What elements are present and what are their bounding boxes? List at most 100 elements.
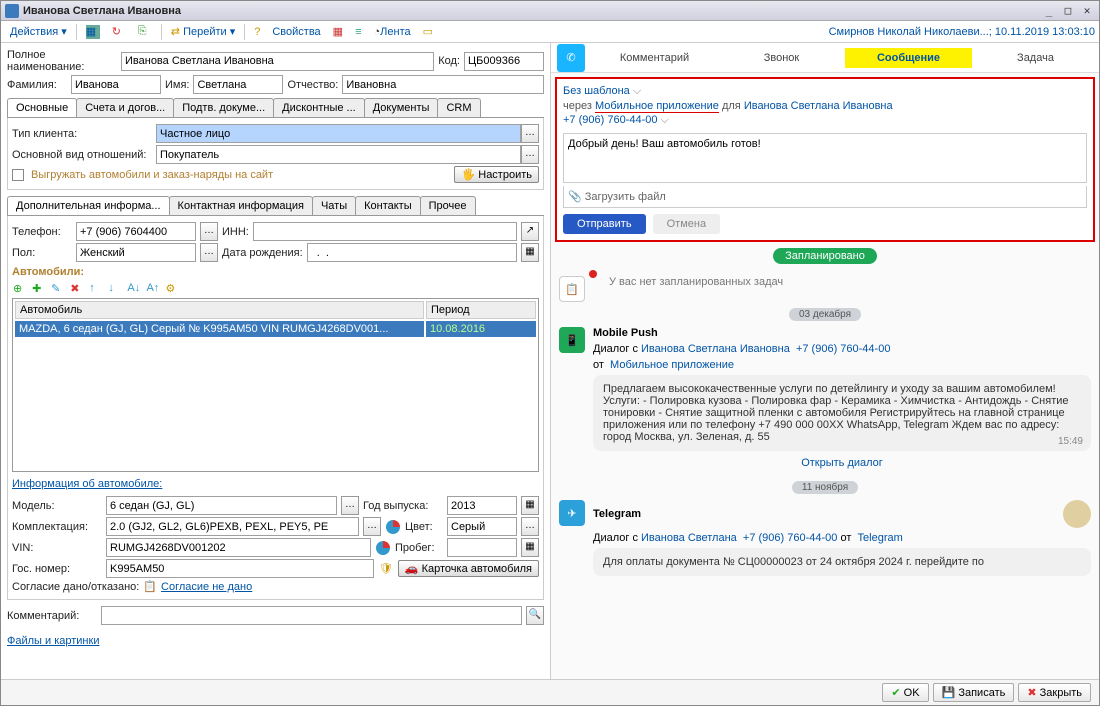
feed-button[interactable]: ◔Лента (369, 24, 416, 40)
toolbar-icon-1[interactable]: ▦ (81, 23, 105, 41)
config-icon[interactable]: ⚙ (166, 282, 180, 296)
maximize-button[interactable]: □ (1060, 4, 1076, 17)
pie-icon[interactable] (386, 520, 400, 534)
attach-button[interactable]: 📎 Загрузить файл (563, 186, 1087, 208)
color-input[interactable] (447, 517, 517, 536)
car-card-button[interactable]: 🚗 Карточка автомобиля (398, 560, 539, 577)
subtab-chats[interactable]: Чаты (312, 196, 356, 215)
open-dialog-link[interactable]: Открыть диалог (593, 457, 1091, 469)
rtab-call[interactable]: Звонок (718, 48, 845, 68)
props-button[interactable]: Свойства (267, 24, 325, 40)
edit-icon[interactable]: ✎ (51, 282, 65, 296)
rel-input[interactable] (156, 145, 521, 164)
model-picker[interactable]: … (341, 496, 359, 515)
pie-icon-2[interactable] (376, 541, 390, 555)
rtab-comment[interactable]: Комментарий (591, 48, 718, 68)
add2-icon[interactable]: ✚ (32, 282, 46, 296)
dob-calendar[interactable]: ▦ (521, 243, 539, 262)
save-button-bottom[interactable]: 💾 Записать (933, 683, 1015, 702)
model-input[interactable] (106, 496, 337, 515)
gender-label: Пол: (12, 247, 72, 259)
car-header-period[interactable]: Период (426, 301, 536, 319)
dob-input[interactable] (307, 243, 517, 262)
tab-crm[interactable]: CRM (437, 98, 480, 117)
tab-documents[interactable]: Документы (364, 98, 439, 117)
down-icon[interactable]: ↓ (108, 282, 122, 296)
consent-link[interactable]: Согласие не дано (161, 581, 252, 593)
template-link[interactable]: Без шаблона ⌵ (563, 85, 641, 97)
export-checkbox[interactable] (12, 169, 24, 181)
comment-search[interactable]: 🔍 (526, 606, 544, 625)
sort-desc-icon[interactable]: A↑ (146, 282, 160, 296)
push-phone-link[interactable]: +7 (906) 760-44-00 (796, 343, 890, 355)
rtab-message[interactable]: Сообщение (845, 48, 972, 68)
tg-app-link[interactable]: Telegram (858, 532, 903, 544)
channel-link[interactable]: Мобильное приложение (595, 100, 719, 113)
tab-main[interactable]: Основные (7, 98, 77, 117)
ok-button[interactable]: ✔ OK (882, 683, 928, 702)
push-app-link[interactable]: Мобильное приложение (610, 359, 734, 371)
compl-picker[interactable]: … (363, 517, 381, 536)
full-name-input[interactable] (121, 52, 434, 71)
close-button[interactable]: ✕ (1079, 4, 1095, 17)
client-type-input[interactable] (156, 124, 521, 143)
send-button[interactable]: Отправить (563, 214, 646, 234)
push-client-link[interactable]: Иванова Светлана Ивановна (641, 343, 790, 355)
sort-asc-icon[interactable]: A↓ (127, 282, 141, 296)
toolbar-icon-4[interactable]: ▦ (328, 23, 348, 40)
tab-docs[interactable]: Подтв. докуме... (173, 98, 274, 117)
patronymic-input[interactable] (342, 75, 544, 94)
tg-client-link[interactable]: Иванова Светлана (641, 532, 737, 544)
minimize-button[interactable]: _ (1041, 4, 1057, 17)
tab-discount[interactable]: Дисконтные ... (273, 98, 365, 117)
rel-picker[interactable]: … (521, 145, 539, 164)
toolbar-icon-6[interactable]: ▭ (418, 23, 438, 40)
subtab-contact[interactable]: Контактная информация (169, 196, 313, 215)
compose-phone[interactable]: +7 (906) 760-44-00 ⌵ (563, 114, 669, 126)
cancel-button[interactable]: Отмена (653, 214, 720, 234)
toolbar-icon-2[interactable]: ↻ (107, 23, 131, 41)
tg-phone-link[interactable]: +7 (906) 760-44-00 (743, 532, 837, 544)
toolbar-icon-5[interactable]: ≡ (350, 24, 366, 40)
rtab-task[interactable]: Задача (972, 48, 1099, 68)
up-icon[interactable]: ↑ (89, 282, 103, 296)
add-icon[interactable]: ⊕ (13, 282, 27, 296)
gosnum-input[interactable] (106, 559, 374, 578)
name-input[interactable] (193, 75, 283, 94)
actions-menu[interactable]: Действия ▾ (5, 23, 72, 40)
files-link[interactable]: Файлы и картинки (7, 635, 99, 647)
phone-input[interactable] (76, 222, 196, 241)
vin-input[interactable] (106, 538, 371, 557)
goto-menu[interactable]: ⇄ Перейти ▾ (166, 23, 240, 40)
year-input[interactable] (447, 496, 517, 515)
code-input[interactable] (464, 52, 544, 71)
subtab-contacts[interactable]: Контакты (355, 196, 421, 215)
inn-action[interactable]: ↗ (521, 222, 539, 241)
color-picker[interactable]: … (521, 517, 539, 536)
inn-input[interactable] (253, 222, 517, 241)
phone-icon[interactable]: ✆ (557, 44, 585, 72)
configure-button[interactable]: 🖐 Настроить (454, 166, 539, 183)
app-icon (5, 4, 19, 18)
car-header-car[interactable]: Автомобиль (15, 301, 424, 319)
year-spin[interactable]: ▦ (521, 496, 539, 515)
tab-accounts[interactable]: Счета и догов... (76, 98, 174, 117)
phone-picker[interactable]: … (200, 222, 218, 241)
client-type-picker[interactable]: … (521, 124, 539, 143)
subtab-addinfo[interactable]: Дополнительная информа... (7, 196, 170, 215)
help-button[interactable]: ? (249, 24, 265, 40)
mileage-spin[interactable]: ▦ (521, 538, 539, 557)
toolbar-icon-3[interactable]: ⎘ (133, 23, 157, 41)
car-row[interactable]: MAZDA, 6 седан (GJ, GL) Серый № K995AM50… (15, 321, 536, 337)
comment-input[interactable] (101, 606, 522, 625)
delete-icon[interactable]: ✖ (70, 282, 84, 296)
gender-picker[interactable]: … (200, 243, 218, 262)
mileage-input[interactable] (447, 538, 517, 557)
subtab-other[interactable]: Прочее (420, 196, 476, 215)
surname-input[interactable] (71, 75, 161, 94)
badge-icon[interactable]: 🛡 (379, 562, 393, 576)
close-button-bottom[interactable]: ✖ Закрыть (1018, 683, 1091, 702)
gender-input[interactable] (76, 243, 196, 262)
compl-input[interactable] (106, 517, 359, 536)
message-textarea[interactable]: Добрый день! Ваш автомобиль готов! (563, 133, 1087, 183)
